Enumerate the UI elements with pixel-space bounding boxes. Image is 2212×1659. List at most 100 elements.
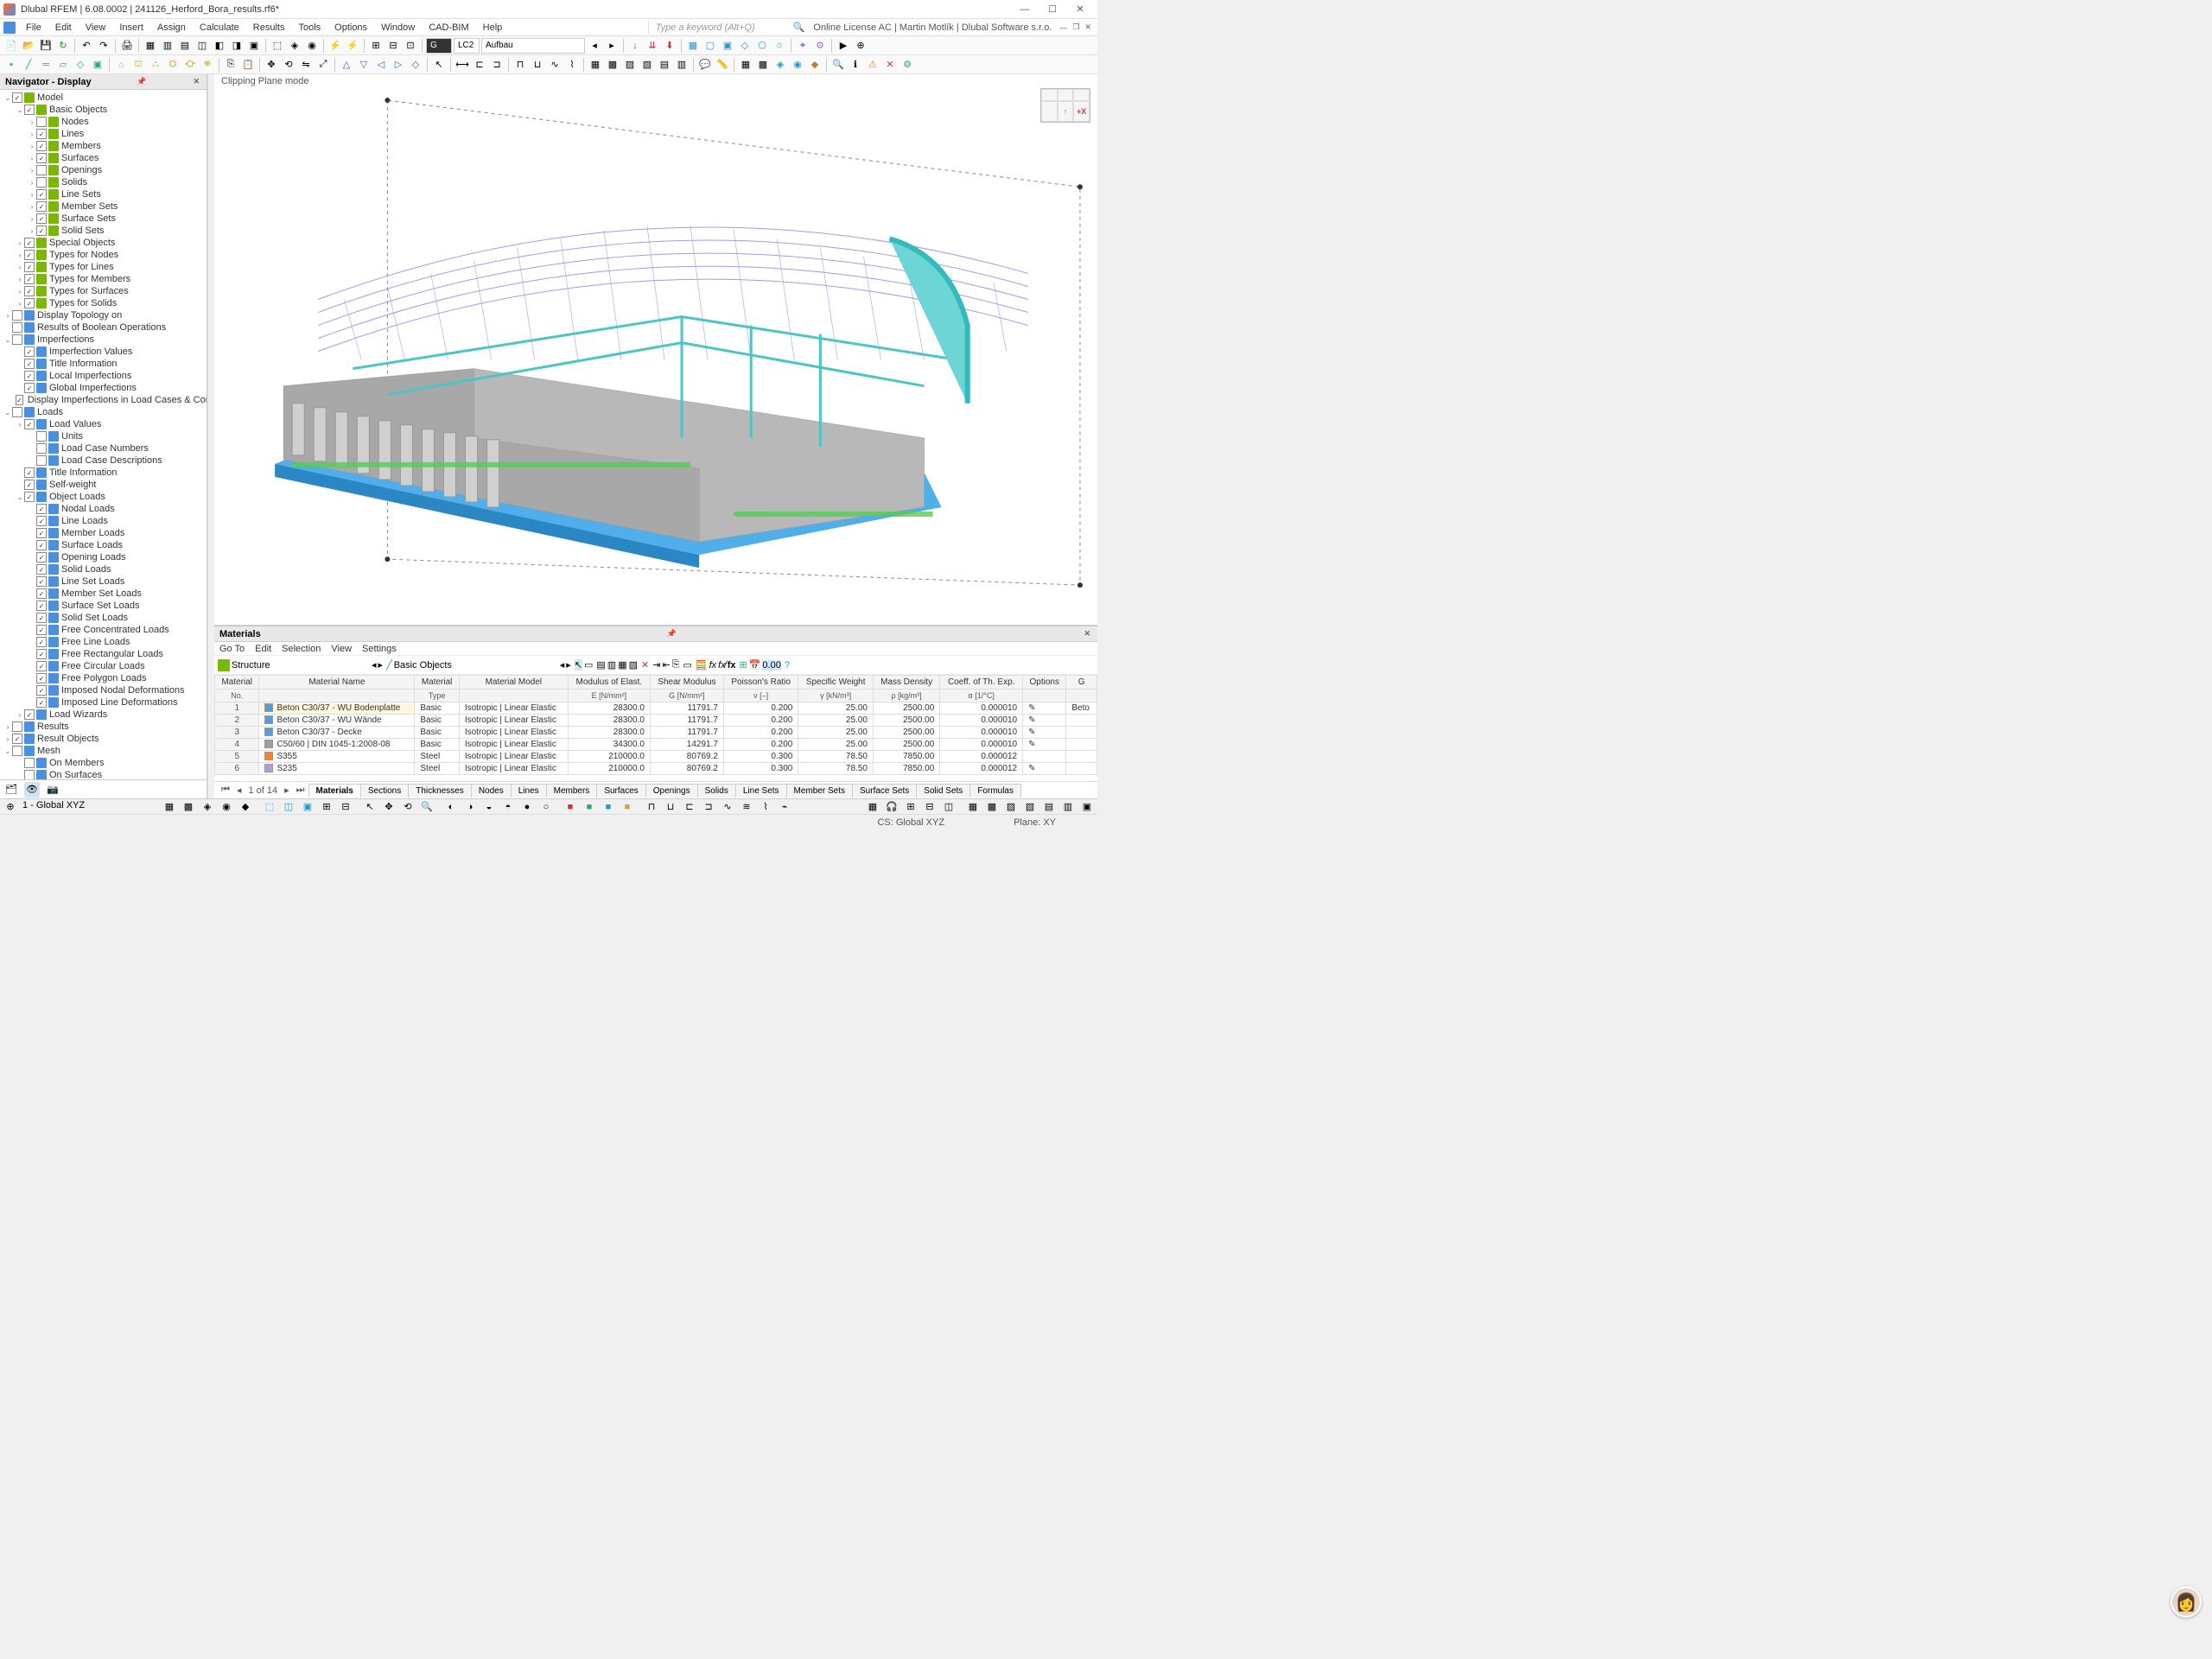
solid-icon[interactable]: ▣ xyxy=(90,57,105,73)
menu-cad-bim[interactable]: CAD-BIM xyxy=(422,21,475,35)
table-row[interactable]: 5S355SteelIsotropic | Linear Elastic2100… xyxy=(215,751,1097,763)
tree-item[interactable]: Opening Loads xyxy=(0,551,207,563)
tree-item[interactable]: Free Line Loads xyxy=(0,636,207,648)
tb-a6[interactable]: ◨ xyxy=(229,38,245,54)
tree-item[interactable]: Display Imperfections in Load Cases & Co… xyxy=(0,394,207,406)
menu-calculate[interactable]: Calculate xyxy=(193,21,246,35)
dim3-icon[interactable]: ⊐ xyxy=(489,57,505,73)
cs-combo[interactable]: 1 - Global XYZ xyxy=(22,800,152,813)
checkbox[interactable] xyxy=(36,431,47,442)
menu-view[interactable]: View xyxy=(79,21,113,35)
mat-menu-edit[interactable]: Edit xyxy=(255,644,271,654)
warn-icon[interactable]: ⚠ xyxy=(865,57,880,73)
tree-item[interactable]: Member Loads xyxy=(0,527,207,539)
sec3-icon[interactable]: ∿ xyxy=(547,57,563,73)
sb-m6[interactable]: ≋ xyxy=(740,800,753,814)
tab-next-icon[interactable]: ▸ xyxy=(281,785,293,796)
sb-r2[interactable]: ◑ xyxy=(463,800,477,814)
sb-s2[interactable]: ✥ xyxy=(382,800,396,814)
checkbox[interactable] xyxy=(24,371,35,381)
reload-icon[interactable]: ↻ xyxy=(55,38,71,54)
grid3-icon[interactable]: ◈ xyxy=(772,57,788,73)
sb-z1[interactable]: ▦ xyxy=(866,800,880,814)
solid-load-icon[interactable]: ▣ xyxy=(720,38,735,54)
check-icon[interactable]: ⚙ xyxy=(899,57,915,73)
tree-item[interactable]: Solid Set Loads xyxy=(0,612,207,624)
mat-menu-view[interactable]: View xyxy=(331,644,352,654)
table-row[interactable]: 3Beton C30/37 - DeckeBasicIsotropic | Li… xyxy=(215,727,1097,739)
tree-item[interactable]: ⌄Basic Objects xyxy=(0,104,207,116)
wizard-icon[interactable]: ✦ xyxy=(795,38,810,54)
tree-item[interactable]: Line Set Loads xyxy=(0,575,207,588)
tree-item[interactable]: Nodal Loads xyxy=(0,503,207,515)
checkbox[interactable] xyxy=(12,721,22,732)
tb-a1[interactable]: ▦ xyxy=(143,38,158,54)
sb-g7[interactable]: ▣ xyxy=(1080,800,1094,814)
tree-item[interactable]: ›Members xyxy=(0,140,207,152)
sb-i5[interactable]: ◆ xyxy=(238,800,252,814)
tree-item[interactable]: Free Polygon Loads xyxy=(0,672,207,684)
sb-v1[interactable]: ⬚ xyxy=(263,800,276,814)
mdi-restore[interactable]: ❐ xyxy=(1070,22,1082,32)
tab-member-sets[interactable]: Member Sets xyxy=(786,784,853,798)
gen5-icon[interactable]: ⛯ xyxy=(200,57,215,73)
tree-item[interactable]: ›Types for Solids xyxy=(0,297,207,309)
grid1-icon[interactable]: ▦ xyxy=(738,57,753,73)
minimize-button[interactable]: — xyxy=(1011,1,1039,18)
gen3-icon[interactable]: ⛭ xyxy=(165,57,181,73)
checkbox[interactable] xyxy=(36,528,47,538)
tree-item[interactable]: Member Set Loads xyxy=(0,588,207,600)
checkbox[interactable] xyxy=(36,673,47,683)
checkbox[interactable] xyxy=(12,310,22,321)
tree-item[interactable]: ⌄Loads xyxy=(0,406,207,418)
fe2-icon[interactable]: ▩ xyxy=(605,57,620,73)
tb-b3[interactable]: ◉ xyxy=(304,38,320,54)
sb-g3[interactable]: ▨ xyxy=(1004,800,1018,814)
checkbox[interactable] xyxy=(24,274,35,284)
menu-icon[interactable] xyxy=(3,22,16,34)
sb-z3[interactable]: ⊞ xyxy=(904,800,918,814)
tab-members[interactable]: Members xyxy=(546,784,598,798)
tb-d2[interactable]: ⊟ xyxy=(385,38,401,54)
sec1-icon[interactable]: ⊓ xyxy=(512,57,528,73)
checkbox[interactable] xyxy=(24,286,35,296)
mirror-icon[interactable]: ⇋ xyxy=(298,57,314,73)
sup2-icon[interactable]: ▽ xyxy=(356,57,372,73)
checkbox[interactable] xyxy=(36,564,47,575)
search-icon[interactable]: 🔍 xyxy=(790,22,809,33)
mat-menu-settings[interactable]: Settings xyxy=(362,644,397,654)
tab-solid-sets[interactable]: Solid Sets xyxy=(916,784,970,798)
sb-m8[interactable]: ⌁ xyxy=(778,800,791,814)
tab-surfaces[interactable]: Surfaces xyxy=(596,784,645,798)
structure-combo[interactable]: Structure xyxy=(232,660,370,671)
tree-item[interactable]: ›Types for Surfaces xyxy=(0,285,207,297)
checkbox[interactable] xyxy=(36,189,47,200)
checkbox[interactable] xyxy=(36,637,47,647)
tree-item[interactable]: ›Nodes xyxy=(0,116,207,128)
tree-item[interactable]: Results of Boolean Operations xyxy=(0,321,207,334)
tab-surface-sets[interactable]: Surface Sets xyxy=(852,784,917,798)
tab-thicknesses[interactable]: Thicknesses xyxy=(408,784,472,798)
sb-c1[interactable]: ■ xyxy=(563,800,577,814)
checkbox[interactable] xyxy=(36,649,47,659)
row-add-icon[interactable]: ▤ xyxy=(596,659,605,671)
nodal-load-icon[interactable]: ↓ xyxy=(627,38,643,54)
sb-c2[interactable]: ■ xyxy=(582,800,596,814)
checkbox[interactable] xyxy=(36,213,47,224)
tree-item[interactable]: On Surfaces xyxy=(0,769,207,779)
dim2-icon[interactable]: ⊏ xyxy=(472,57,487,73)
checkbox[interactable] xyxy=(24,298,35,308)
combo-lc[interactable]: LC2 xyxy=(454,38,480,54)
checkbox[interactable] xyxy=(36,540,47,550)
rotate-icon[interactable]: ⟲ xyxy=(281,57,296,73)
fe1-icon[interactable]: ▦ xyxy=(588,57,603,73)
export-icon[interactable]: ⇤ xyxy=(662,659,670,671)
sb-m1[interactable]: ⊓ xyxy=(645,800,658,814)
tb-d1[interactable]: ⊞ xyxy=(368,38,384,54)
line-icon[interactable]: ╱ xyxy=(21,57,36,73)
nav-tab-views-icon[interactable]: 📷 xyxy=(45,782,60,798)
materials-table[interactable]: MaterialMaterial NameMaterialMaterial Mo… xyxy=(214,675,1097,781)
paste-icon[interactable]: 📋 xyxy=(240,57,256,73)
gen0-icon[interactable]: ⌂ xyxy=(113,57,129,73)
tree-item[interactable]: ›Load Wizards xyxy=(0,709,207,721)
